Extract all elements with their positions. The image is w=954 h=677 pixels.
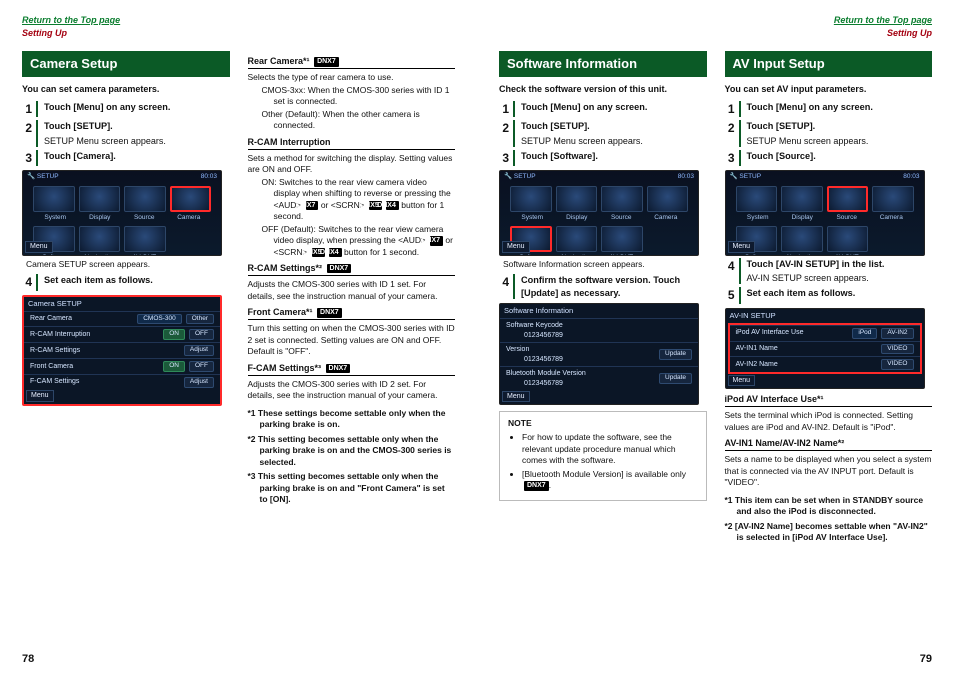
header-section: Setting Up (887, 27, 932, 39)
return-link[interactable]: Return to the Top page (834, 14, 932, 26)
camera-step1: Touch [Menu] on any screen. (44, 101, 230, 113)
camera-caption: Camera SETUP screen appears. (26, 259, 230, 270)
camera-setup-listscreen: Camera SETUP Rear Camera CMOS-300 Other … (22, 295, 222, 406)
page-number-79: 79 (920, 652, 932, 667)
tile-navigation[interactable] (79, 226, 121, 252)
software-lead: Check the software version of this unit. (499, 83, 707, 95)
update-button[interactable]: Update (659, 349, 692, 360)
setup-screen-source: 🔧 SETUP80:03 SystemDisplay SourceCamera (725, 170, 925, 256)
camera-step3: Touch [Camera]. (44, 150, 230, 162)
avin-setup-listscreen: AV-IN SETUP iPod AV Interface Use iPod A… (725, 308, 925, 389)
tile-avout[interactable] (124, 226, 166, 252)
page-79: Return to the Top page Setting Up Softwa… (477, 0, 954, 677)
software-note: NOTE For how to update the software, see… (499, 411, 707, 501)
camera-title: Camera Setup (22, 51, 230, 77)
page-number-78: 78 (22, 652, 34, 667)
chip-avin2[interactable]: AV-IN2 (881, 328, 913, 339)
camera-setup-column: Camera Setup You can set camera paramete… (22, 51, 230, 665)
return-link[interactable]: Return to the Top page (22, 14, 120, 26)
tile-source[interactable] (124, 186, 166, 212)
menu-tag[interactable]: Menu (26, 390, 54, 401)
camera-step2-desc: SETUP Menu screen appears. (44, 135, 230, 147)
camera-step4: Set each item as follows. (44, 274, 230, 286)
software-column: Software Information Check the software … (499, 51, 707, 665)
chip-avin2-name[interactable]: VIDEO (881, 359, 913, 370)
chip-rcam-on[interactable]: ON (163, 329, 185, 340)
camera-lead: You can set camera parameters. (22, 83, 230, 95)
menu-tag[interactable]: Menu (25, 241, 53, 252)
tile-display[interactable] (79, 186, 121, 212)
page-header: Return to the Top page Setting Up (22, 14, 455, 39)
chip-rcam-adjust[interactable]: Adjust (184, 345, 214, 356)
update-button-bt[interactable]: Update (659, 373, 692, 384)
camera-footnotes: *1 These settings become settable only w… (248, 408, 456, 506)
header-section: Setting Up (22, 27, 67, 39)
chip-avin1-name[interactable]: VIDEO (881, 344, 913, 355)
tile-system[interactable] (33, 186, 75, 212)
av-input-column: AV Input Setup You can set AV input para… (725, 51, 933, 665)
camera-step2: Touch [SETUP]. (44, 120, 230, 132)
page-header: Return to the Top page Setting Up (499, 14, 932, 39)
chip-cmos300[interactable]: CMOS-300 (137, 314, 182, 325)
manual-spread: Return to the Top page Setting Up Camera… (0, 0, 954, 677)
page-78: Return to the Top page Setting Up Camera… (0, 0, 477, 677)
software-info-listscreen: Software Information Software Keycode 01… (499, 303, 699, 405)
chip-fcam-on[interactable]: ON (163, 361, 185, 372)
camera-defs-column: Rear Camera*¹ DNX7 Selects the type of r… (248, 51, 456, 665)
chip-other[interactable]: Other (186, 314, 214, 325)
chip-fcam-off[interactable]: OFF (189, 361, 214, 372)
chip-ipod[interactable]: iPod (852, 328, 877, 339)
tile-camera[interactable] (170, 186, 212, 212)
av-footnotes: *1 This item can be set when in STANDBY … (725, 495, 933, 544)
setup-screen-camera: 🔧 SETUP80:03 SystemDisplay SourceCamera (22, 170, 222, 256)
setup-screen-software: 🔧 SETUP80:03 SystemDisplay SourceCamera (499, 170, 699, 256)
software-title: Software Information (499, 51, 707, 77)
av-title: AV Input Setup (725, 51, 933, 77)
tile-source[interactable] (827, 186, 869, 212)
chip-rcam-off[interactable]: OFF (189, 329, 214, 340)
chip-fcam-adjust[interactable]: Adjust (184, 377, 214, 388)
